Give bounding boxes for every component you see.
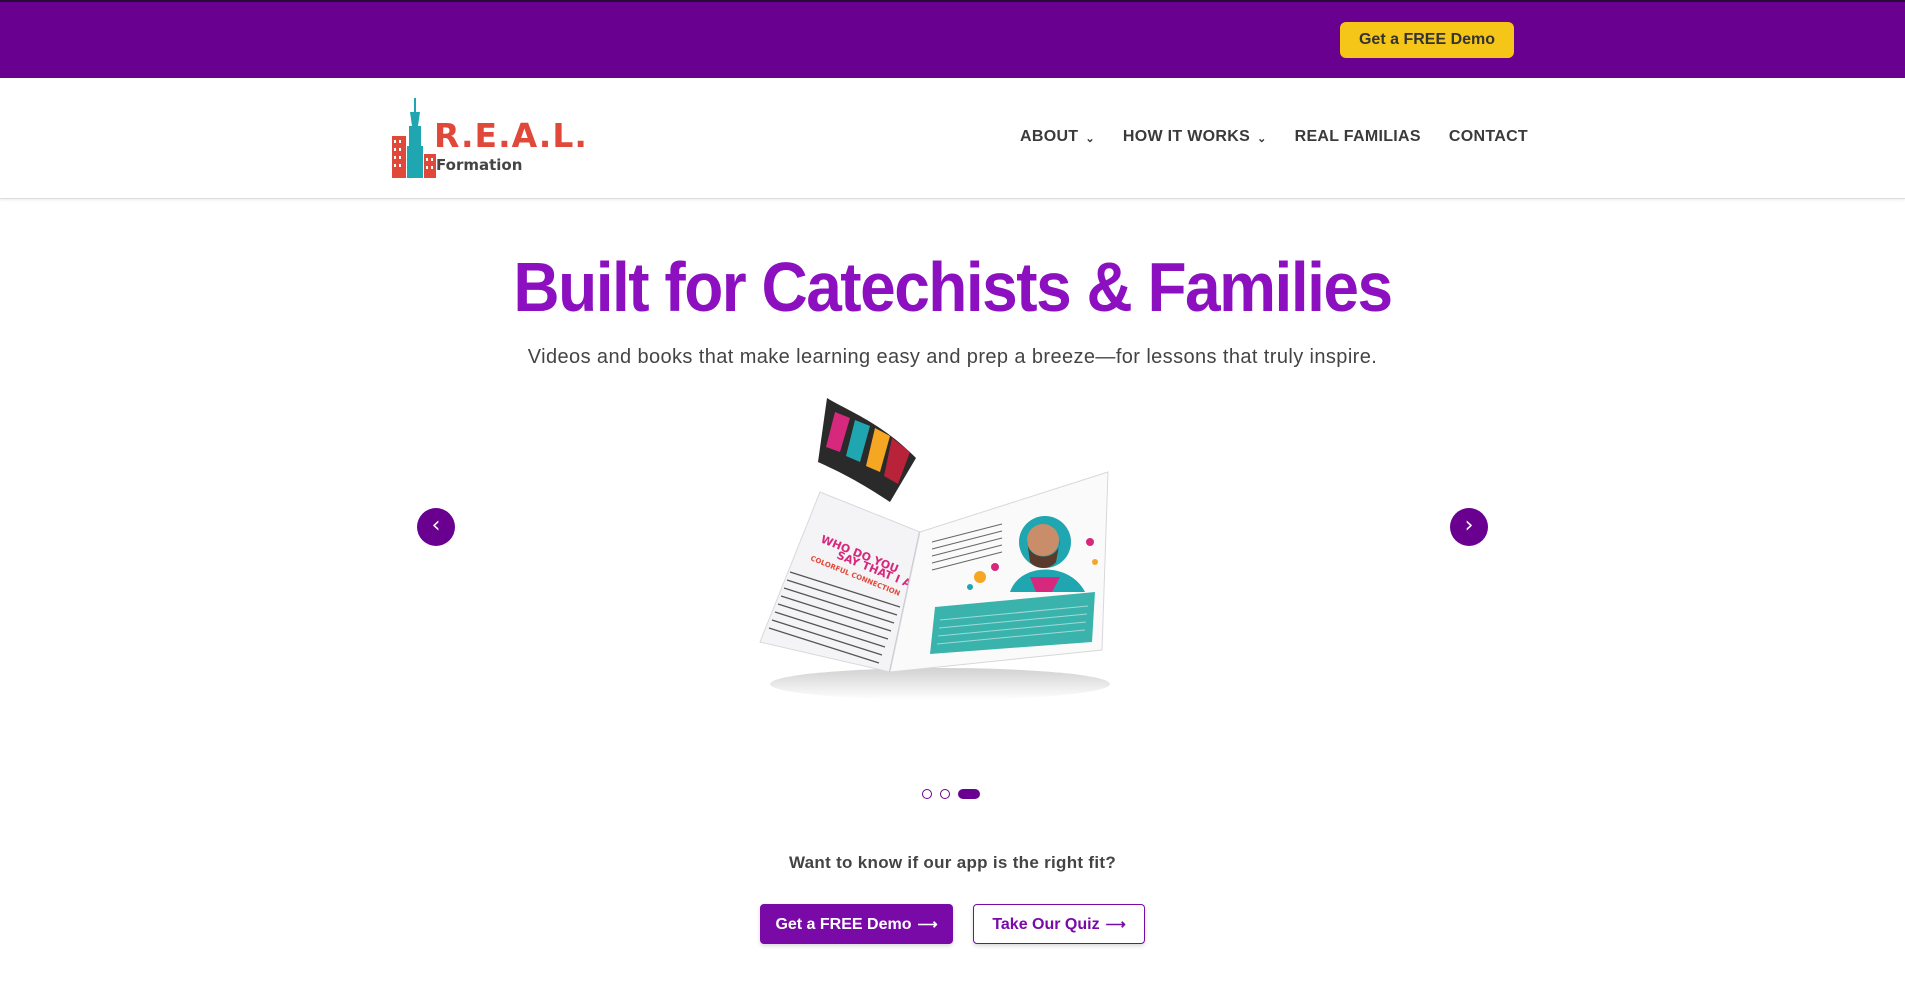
- chevron-right-icon: ›: [1464, 513, 1474, 538]
- nav-about-label: ABOUT: [1020, 128, 1079, 145]
- site-header: R.E.A.L. Formation ABOUT ⌄ HOW IT WORKS …: [0, 78, 1905, 199]
- get-free-demo-label: Get a FREE Demo: [775, 916, 912, 933]
- nav-real-familias-label: REAL FAMILIAS: [1294, 128, 1421, 145]
- take-quiz-label: Take Our Quiz: [992, 916, 1100, 933]
- arrow-right-icon: ⟶: [1105, 916, 1126, 932]
- carousel-dot-3[interactable]: [958, 789, 980, 799]
- logo-wordmark: R.E.A.L.: [434, 116, 588, 155]
- carousel-dots: [922, 789, 980, 799]
- carousel-dot-2[interactable]: [940, 789, 950, 799]
- carousel-prev-button[interactable]: ‹: [417, 508, 455, 546]
- skyline-icon: [392, 98, 436, 178]
- logo-subtitle: Formation: [436, 156, 523, 174]
- nav-about[interactable]: ABOUT ⌄: [1020, 128, 1095, 146]
- book-image: WHO DO YOU SAY THAT I AM? COLORFUL CONNE…: [740, 392, 1140, 712]
- nav-how-it-works-label: HOW IT WORKS: [1122, 128, 1251, 145]
- main-nav: ABOUT ⌄ HOW IT WORKS ⌄ REAL FAMILIAS CON…: [1020, 128, 1528, 146]
- carousel-dot-1[interactable]: [922, 789, 932, 799]
- hero-title: Built for Catechists & Families: [513, 248, 1393, 326]
- nav-real-familias[interactable]: REAL FAMILIAS: [1295, 128, 1421, 146]
- chevron-down-icon: ⌄: [1085, 132, 1095, 145]
- chevron-down-icon: ⌄: [1257, 132, 1267, 145]
- arrow-right-icon: ⟶: [917, 916, 938, 932]
- chevron-left-icon: ‹: [431, 513, 441, 538]
- cta-question: Want to know if our app is the right fit…: [788, 853, 1117, 872]
- get-free-demo-button[interactable]: Get a FREE Demo ⟶: [760, 904, 953, 944]
- logo[interactable]: R.E.A.L. Formation: [390, 96, 587, 180]
- top-demo-button[interactable]: Get a FREE Demo: [1340, 22, 1514, 58]
- take-quiz-button[interactable]: Take Our Quiz ⟶: [973, 904, 1145, 944]
- top-bar: Get a FREE Demo: [0, 0, 1905, 78]
- nav-contact[interactable]: CONTACT: [1449, 128, 1528, 146]
- nav-contact-label: CONTACT: [1448, 128, 1528, 145]
- hero-subtitle: Videos and books that make learning easy…: [527, 346, 1378, 368]
- nav-how-it-works[interactable]: HOW IT WORKS ⌄: [1123, 128, 1267, 146]
- carousel-next-button[interactable]: ›: [1450, 508, 1488, 546]
